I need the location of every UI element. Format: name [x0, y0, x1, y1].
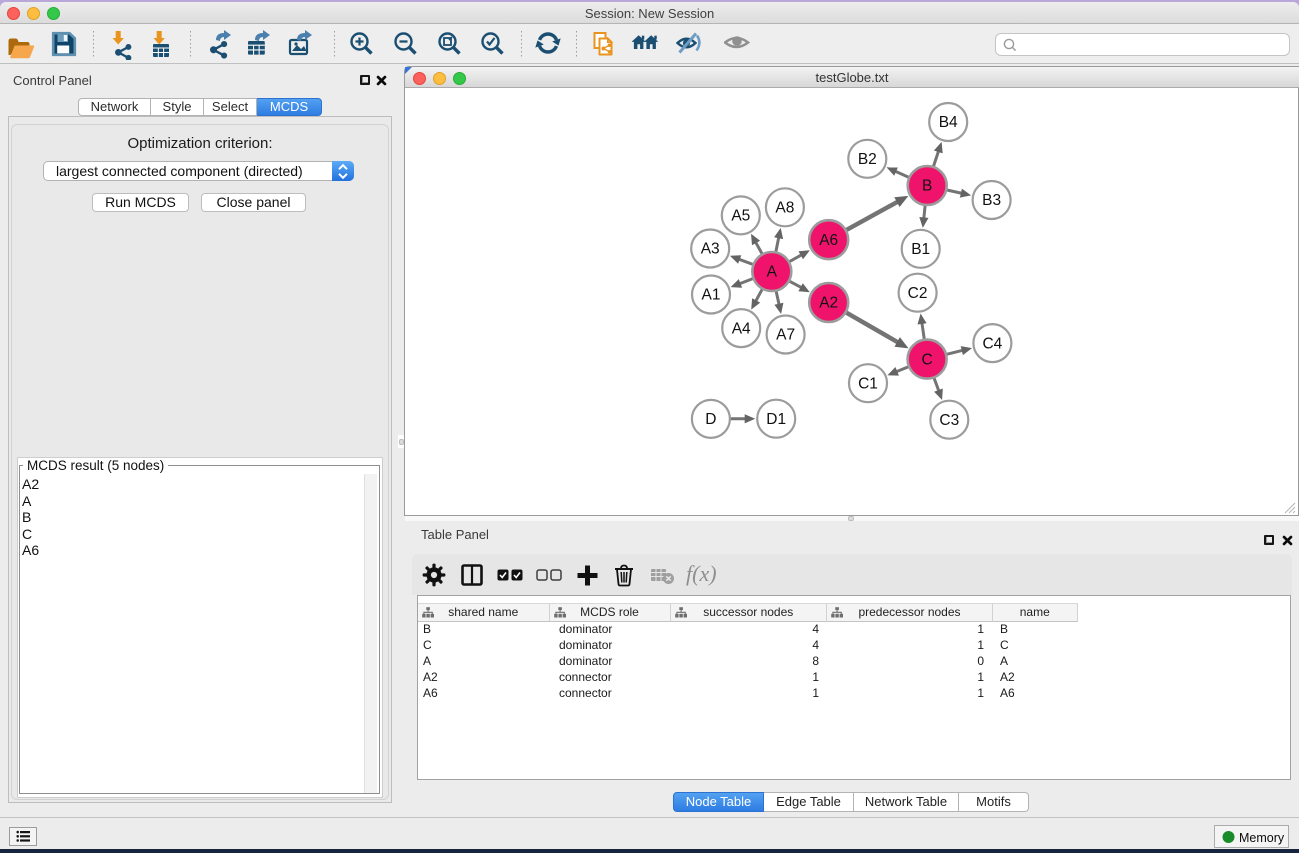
svg-text:A5: A5	[731, 208, 750, 225]
svg-text:C3: C3	[939, 412, 959, 429]
svg-text:A1: A1	[702, 287, 721, 304]
svg-text:D1: D1	[766, 411, 786, 428]
svg-text:A: A	[767, 264, 778, 281]
svg-text:B2: B2	[858, 151, 877, 168]
svg-text:C: C	[921, 351, 932, 368]
svg-text:A2: A2	[819, 295, 838, 312]
svg-text:B: B	[922, 178, 932, 195]
svg-text:A4: A4	[732, 320, 751, 337]
svg-text:C1: C1	[858, 375, 878, 392]
svg-text:C2: C2	[908, 285, 928, 302]
svg-text:A7: A7	[776, 327, 795, 344]
svg-text:B1: B1	[911, 241, 930, 258]
svg-text:A8: A8	[775, 200, 794, 217]
svg-text:C4: C4	[982, 335, 1002, 352]
svg-text:B4: B4	[939, 114, 958, 131]
svg-text:A3: A3	[701, 241, 720, 258]
svg-text:D: D	[705, 411, 716, 428]
svg-text:B3: B3	[982, 192, 1001, 209]
svg-text:A6: A6	[819, 232, 838, 249]
